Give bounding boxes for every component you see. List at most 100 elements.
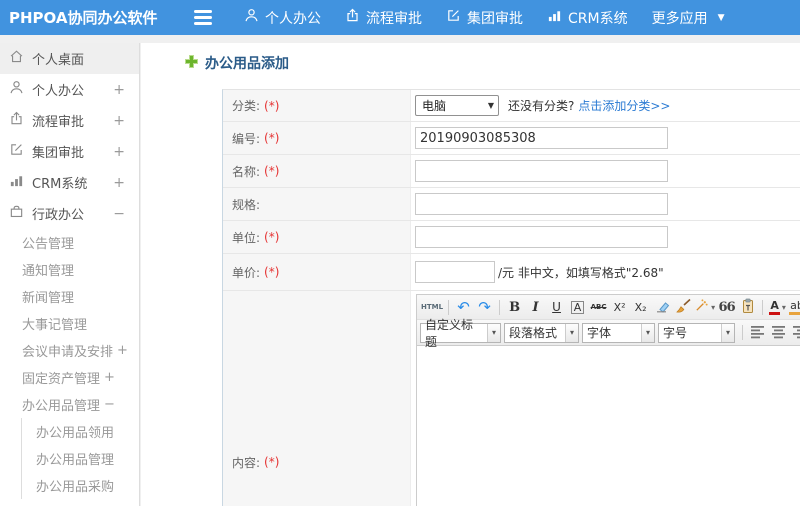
html-source-button[interactable]: HTML xyxy=(421,298,443,317)
form-row-spec: 规格: xyxy=(223,188,800,221)
italic-button[interactable]: I xyxy=(526,298,545,317)
sidebar-subitem-label: 办公用品管理 xyxy=(22,399,101,414)
sidebar-subitem-notice-mgmt[interactable]: 通知管理 xyxy=(0,256,139,283)
caret-down-icon: ▾ xyxy=(781,302,786,312)
paste-text-button[interactable] xyxy=(738,298,757,317)
paragraph-format-select[interactable]: 段落格式 ▾ xyxy=(504,322,579,343)
strikethrough-button[interactable]: ABC xyxy=(589,298,608,317)
font-color-button[interactable]: A ▾ xyxy=(768,298,787,317)
expand-plus-icon[interactable]: + xyxy=(113,175,125,191)
superscript-button[interactable]: X² xyxy=(610,298,629,317)
collapse-minus-icon[interactable]: − xyxy=(104,397,115,412)
toolbar-separator xyxy=(742,325,743,340)
nav-item-crm[interactable]: CRM系统 xyxy=(547,8,628,28)
price-input[interactable] xyxy=(415,261,495,283)
edit-icon xyxy=(446,8,461,27)
app-logo[interactable]: PHPOA协同办公软件 xyxy=(0,7,178,28)
sidebar-subitem-events-mgmt[interactable]: 大事记管理 xyxy=(0,310,139,337)
blockquote-button[interactable]: 66 xyxy=(717,298,736,317)
sidebar-item-label: CRM系统 xyxy=(32,177,88,192)
field-label: 名称: (*) xyxy=(223,155,411,187)
char-border-button[interactable]: A xyxy=(568,298,587,317)
bold-button[interactable]: B xyxy=(505,298,524,317)
add-category-link[interactable]: 点击添加分类>> xyxy=(578,97,670,114)
hamburger-menu-icon[interactable] xyxy=(194,10,214,25)
nav-item-group-approval[interactable]: 集团审批 xyxy=(446,8,523,28)
expand-plus-icon[interactable]: + xyxy=(117,343,128,358)
add-plus-icon xyxy=(185,54,198,72)
bar-chart-icon xyxy=(9,173,24,192)
sidebar-subitem-label: 新闻管理 xyxy=(22,291,75,306)
sidebar-subsubitem-supplies-claim[interactable]: 办公用品领用 xyxy=(22,418,139,445)
sidebar-subitem-office-supplies-mgmt[interactable]: 办公用品管理 − xyxy=(0,391,139,418)
spec-input[interactable] xyxy=(415,193,668,215)
label-text: 内容: xyxy=(232,455,261,470)
align-right-button[interactable] xyxy=(790,323,800,342)
expand-plus-icon[interactable]: + xyxy=(104,370,115,385)
format-brush-button[interactable] xyxy=(673,298,692,317)
align-left-icon xyxy=(750,324,765,342)
redo-button[interactable]: ↷ xyxy=(475,298,494,317)
required-marker: (*) xyxy=(264,98,280,113)
remove-format-button[interactable] xyxy=(652,298,671,317)
sidebar-item-personal-office[interactable]: 个人办公 + xyxy=(0,74,139,105)
category-select[interactable]: 电脑 ▼ xyxy=(415,95,499,116)
subscript-button[interactable]: X₂ xyxy=(631,298,650,317)
sidebar-item-personal-desktop[interactable]: 个人桌面 xyxy=(0,43,139,74)
sidebar-subsubitem-supplies-manage[interactable]: 办公用品管理 xyxy=(22,445,139,472)
sidebar-subsubitem-label: 办公用品领用 xyxy=(36,426,115,441)
highlight-color-button[interactable]: ab ▾ xyxy=(789,298,800,317)
underline-button[interactable]: U xyxy=(547,298,566,317)
align-right-icon xyxy=(792,324,800,342)
sidebar-subsubitem-supplies-purchase[interactable]: 办公用品采购 xyxy=(22,472,139,499)
number-input[interactable] xyxy=(415,127,668,149)
nav-item-label: CRM系统 xyxy=(568,10,628,27)
undo-button[interactable]: ↶ xyxy=(454,298,473,317)
auto-typeset-button[interactable]: ▾ xyxy=(694,298,715,317)
sidebar-subitem-announcement-mgmt[interactable]: 公告管理 xyxy=(0,229,139,256)
app-window: PHPOA协同办公软件 个人办公 流程审批 集团审批 CRM系统 更多应用 ▼ … xyxy=(0,0,800,506)
align-left-button[interactable] xyxy=(748,323,767,342)
briefcase-icon xyxy=(9,204,24,223)
sidebar-item-label: 流程审批 xyxy=(32,115,85,130)
sidebar: 个人桌面 个人办公 + 流程审批 + 集团审批 + CRM系统 + 行政办公 −… xyxy=(0,43,140,506)
sidebar-subitem-meeting-mgmt[interactable]: 会议申请及安排 + xyxy=(0,337,139,364)
field-value xyxy=(411,155,800,187)
name-input[interactable] xyxy=(415,160,668,182)
sidebar-item-workflow-approval[interactable]: 流程审批 + xyxy=(0,105,139,136)
editor-content-area[interactable] xyxy=(417,346,800,506)
font-family-select[interactable]: 字体 ▾ xyxy=(582,322,655,343)
nav-item-workflow-approval[interactable]: 流程审批 xyxy=(345,8,422,28)
caret-down-icon: ▼ xyxy=(717,12,725,23)
align-center-icon xyxy=(771,324,786,342)
sidebar-subitem-news-mgmt[interactable]: 新闻管理 xyxy=(0,283,139,310)
label-text: 编号: xyxy=(232,131,261,146)
align-center-button[interactable] xyxy=(769,323,788,342)
sidebar-item-admin-office[interactable]: 行政办公 − xyxy=(0,198,139,229)
navbar-items: 个人办公 流程审批 集团审批 CRM系统 更多应用 ▼ xyxy=(244,8,749,28)
sidebar-subitem-fixed-assets-mgmt[interactable]: 固定资产管理 + xyxy=(0,364,139,391)
nav-item-label: 个人办公 xyxy=(265,10,321,27)
font-size-select[interactable]: 字号 ▾ xyxy=(658,322,735,343)
nav-item-personal-office[interactable]: 个人办公 xyxy=(244,8,321,28)
custom-heading-select[interactable]: 自定义标题 ▾ xyxy=(420,318,501,349)
toolbar-separator xyxy=(499,299,501,315)
nav-item-more-apps[interactable]: 更多应用 ▼ xyxy=(652,8,725,28)
form-row-category: 分类: (*) 电脑 ▼ 还没有分类? 点击添加分类>> xyxy=(223,90,800,122)
collapse-minus-icon[interactable]: − xyxy=(113,206,125,222)
unit-input[interactable] xyxy=(415,226,668,248)
sidebar-item-group-approval[interactable]: 集团审批 + xyxy=(0,136,139,167)
sidebar-item-label: 个人办公 xyxy=(32,84,85,99)
field-label: 单价: (*) xyxy=(223,254,411,290)
expand-plus-icon[interactable]: + xyxy=(113,144,125,160)
sidebar-item-label: 个人桌面 xyxy=(32,53,85,68)
field-value xyxy=(411,122,800,154)
category-hint: 还没有分类? xyxy=(508,99,575,113)
sidebar-subitem-label: 固定资产管理 xyxy=(22,372,101,387)
expand-plus-icon[interactable]: + xyxy=(113,82,125,98)
sidebar-item-crm[interactable]: CRM系统 + xyxy=(0,167,139,198)
select-label: 字号 xyxy=(663,326,688,340)
field-label: 编号: (*) xyxy=(223,122,411,154)
expand-plus-icon[interactable]: + xyxy=(113,113,125,129)
sidebar-subitem-label: 公告管理 xyxy=(22,237,75,252)
